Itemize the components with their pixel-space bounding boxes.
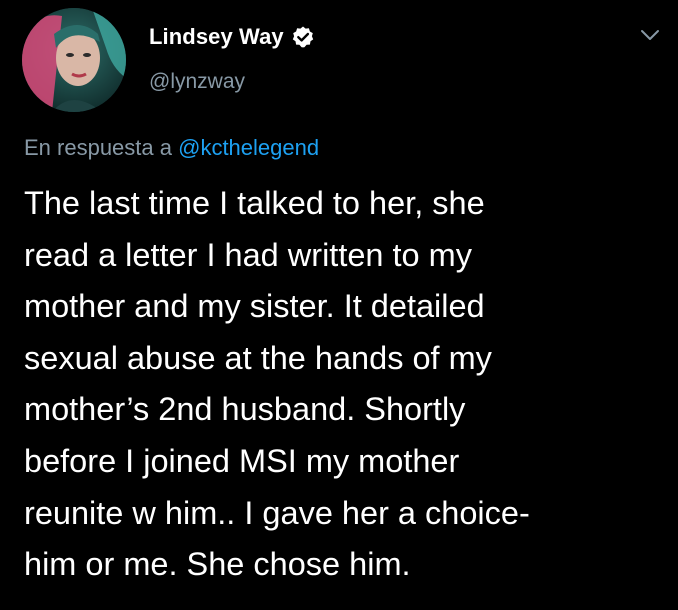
reply-prefix: En respuesta a	[24, 135, 172, 160]
tweet-line: reunite w him.. I gave her a choice-	[24, 494, 530, 531]
tweet-line: him or me. She chose him.	[24, 546, 411, 583]
tweet-card: Lindsey Way @lynzway En respuesta a @kct…	[0, 0, 678, 610]
reply-mention-link[interactable]: @kcthelegend	[178, 135, 319, 160]
user-handle[interactable]: @lynzway	[149, 70, 245, 94]
tweet-line: before I joined MSI my mother	[24, 442, 460, 479]
display-name[interactable]: Lindsey Way	[149, 24, 284, 50]
tweet-line: mother’s 2nd husband. Shortly	[24, 391, 466, 428]
tweet-line: The last time I talked to her, she	[24, 185, 485, 221]
avatar-image	[22, 8, 126, 112]
tweet-line: mother and my sister. It detailed	[24, 288, 485, 325]
reply-context: En respuesta a @kcthelegend	[24, 135, 319, 161]
avatar[interactable]	[22, 8, 126, 112]
tweet-line: sexual abuse at the hands of my	[24, 339, 492, 376]
chevron-down-icon[interactable]	[640, 28, 660, 42]
author-name-row[interactable]: Lindsey Way	[149, 24, 315, 50]
tweet-line: read a letter I had written to my	[24, 236, 472, 273]
tweet-text: The last time I talked to her, she read …	[24, 178, 664, 591]
verified-check-icon	[291, 25, 315, 49]
